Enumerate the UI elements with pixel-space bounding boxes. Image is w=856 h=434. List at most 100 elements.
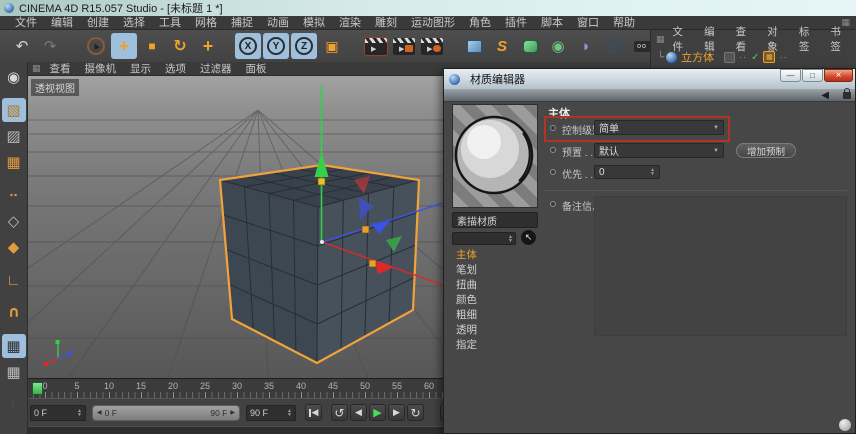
menu-item-tools[interactable]: 工具	[152, 16, 188, 30]
paint-mode-button[interactable]: ◉	[2, 65, 26, 89]
play-button[interactable]: ▶	[369, 404, 386, 421]
lock-y-button[interactable]: Y	[263, 33, 289, 59]
x-handle[interactable]	[369, 260, 376, 267]
minimize-button[interactable]: —	[780, 69, 801, 82]
lock-z-button[interactable]: Z	[291, 33, 317, 59]
maximize-button[interactable]: □	[802, 69, 823, 82]
menu-item-character[interactable]: 角色	[462, 16, 498, 30]
gizmo-center[interactable]	[320, 240, 324, 244]
preview-shape-select[interactable]: ▲▼	[452, 232, 516, 245]
param-dot[interactable]	[550, 201, 556, 207]
playhead[interactable]	[32, 382, 43, 395]
rotate-tool[interactable]: ↻	[167, 33, 193, 59]
enabled-check-icon[interactable]: ✓	[751, 52, 759, 63]
range-right-arrow[interactable]: ▶	[230, 409, 235, 416]
menu-item-animate[interactable]: 动画	[260, 16, 296, 30]
priority-stepper[interactable]: ▲▼	[650, 168, 655, 176]
redo-button[interactable]: ↷	[37, 33, 63, 59]
end-frame-field[interactable]: 90 F ▲▼	[246, 405, 296, 421]
material-dots-icon[interactable]: ··	[779, 52, 787, 62]
workplane-mode-button[interactable]: ▦	[2, 150, 26, 174]
range-left-arrow[interactable]: ◀	[97, 409, 102, 416]
mograph-button[interactable]: ◉	[545, 33, 571, 59]
edit-toggle-icon[interactable]	[724, 52, 735, 63]
update-workplane-button[interactable]: ▦	[2, 360, 26, 384]
texture-tag-icon[interactable]: ▦	[763, 51, 775, 63]
z-handle[interactable]	[362, 226, 369, 233]
viewport-canvas[interactable]: 透视视图	[28, 76, 443, 378]
vp-menu-cameras[interactable]: 摄像机	[78, 61, 124, 76]
priority-input[interactable]: 0 ▲▼	[594, 165, 660, 179]
lock-x-button[interactable]: X	[235, 33, 261, 59]
tab-opacity[interactable]: 透明	[448, 323, 538, 338]
polygons-mode-button[interactable]: ◆	[2, 235, 26, 259]
menu-item-render[interactable]: 渲染	[332, 16, 368, 30]
om-menu-tags[interactable]: 标签	[793, 24, 825, 54]
tab-color[interactable]: 颜色	[448, 293, 538, 308]
loop-button[interactable]: ↻	[407, 404, 424, 421]
notes-area[interactable]	[594, 196, 847, 336]
material-preview[interactable]	[452, 104, 538, 208]
menu-item-mograph[interactable]: 运动图形	[404, 16, 462, 30]
model-mode-button[interactable]: ▧	[2, 98, 26, 122]
play-backward-button[interactable]: ↺	[331, 404, 348, 421]
axis-mode-button[interactable]: ∟	[2, 268, 26, 292]
viewport-grip-icon[interactable]: ▦	[32, 63, 41, 74]
y-handle[interactable]	[318, 178, 325, 185]
add-preset-button[interactable]: 增加预制	[736, 143, 796, 158]
window-titlebar[interactable]: CINEMA 4D R15.057 Studio - [未标题 1 *]	[0, 0, 856, 16]
param-dot[interactable]	[550, 147, 556, 153]
vp-menu-options[interactable]: 选项	[158, 61, 193, 76]
render-region-button[interactable]: ▶	[391, 33, 417, 59]
preview-render-button[interactable]: ↖	[520, 229, 537, 246]
lock-icon[interactable]	[843, 92, 851, 99]
menu-item-window[interactable]: 窗口	[570, 16, 606, 30]
menu-item-sculpt[interactable]: 雕刻	[368, 16, 404, 30]
om-menu-view[interactable]: 查看	[730, 24, 762, 54]
visibility-dots-icon[interactable]: ··	[739, 52, 747, 62]
om-menu-objects[interactable]: 对象	[761, 24, 793, 54]
menu-item-edit[interactable]: 编辑	[44, 16, 80, 30]
material-name-input[interactable]: 素描材质	[452, 212, 538, 228]
primitive-cube-button[interactable]	[461, 33, 487, 59]
edges-mode-button[interactable]: ◇	[2, 209, 26, 233]
next-key-button[interactable]: ▶	[388, 404, 405, 421]
close-button[interactable]: ×	[824, 69, 853, 82]
tab-thickness[interactable]: 粗细	[448, 308, 538, 323]
menu-item-create[interactable]: 创建	[80, 16, 116, 30]
menu-item-simulate[interactable]: 模拟	[296, 16, 332, 30]
panel-grip-icon[interactable]: ▦	[656, 34, 665, 45]
back-arrow-icon[interactable]: ◀	[821, 90, 829, 101]
frame-range-slider[interactable]: ◀ 0 F 90 F ▶	[92, 405, 240, 421]
vp-menu-panel[interactable]: 面板	[239, 61, 274, 76]
om-menu-bookmarks[interactable]: 书签	[824, 24, 856, 54]
last-tool-button[interactable]: +	[195, 33, 221, 59]
resize-grip[interactable]	[839, 419, 851, 431]
previous-key-button[interactable]: ◀	[350, 404, 367, 421]
spline-pen-button[interactable]: S	[489, 33, 515, 59]
dialog-titlebar[interactable]: 材质编辑器 — □ ×	[444, 69, 855, 89]
live-selection-tool[interactable]: ▲	[83, 33, 109, 59]
snap-button[interactable]: ∪	[2, 301, 26, 325]
vp-menu-display[interactable]: 显示	[123, 61, 158, 76]
tab-main[interactable]: 主体	[448, 248, 538, 263]
current-frame-field[interactable]: 0 F ▲▼	[30, 405, 86, 421]
environment-button[interactable]	[601, 33, 627, 59]
param-dot[interactable]	[550, 169, 556, 175]
tab-strokes[interactable]: 笔划	[448, 263, 538, 278]
camera-button[interactable]: oo	[629, 33, 650, 59]
vp-menu-view[interactable]: 查看	[43, 61, 78, 76]
menu-item-help[interactable]: 帮助	[606, 16, 642, 30]
scale-tool[interactable]: ■	[139, 33, 165, 59]
move-tool[interactable]: +	[111, 33, 137, 59]
menu-item-snap[interactable]: 捕捉	[224, 16, 260, 30]
tab-distort[interactable]: 扭曲	[448, 278, 538, 293]
preset-select[interactable]: 默认 ▼	[594, 143, 724, 158]
goto-start-button[interactable]: ◀	[305, 404, 322, 421]
render-settings-button[interactable]: ▶	[419, 33, 445, 59]
points-mode-button[interactable]: ∙∙	[2, 183, 26, 207]
frame-stepper[interactable]: ▲▼	[77, 409, 82, 417]
vp-menu-filter[interactable]: 过滤器	[193, 61, 239, 76]
menu-item-script[interactable]: 脚本	[534, 16, 570, 30]
lock-workplane-button[interactable]: ▦	[2, 334, 26, 358]
